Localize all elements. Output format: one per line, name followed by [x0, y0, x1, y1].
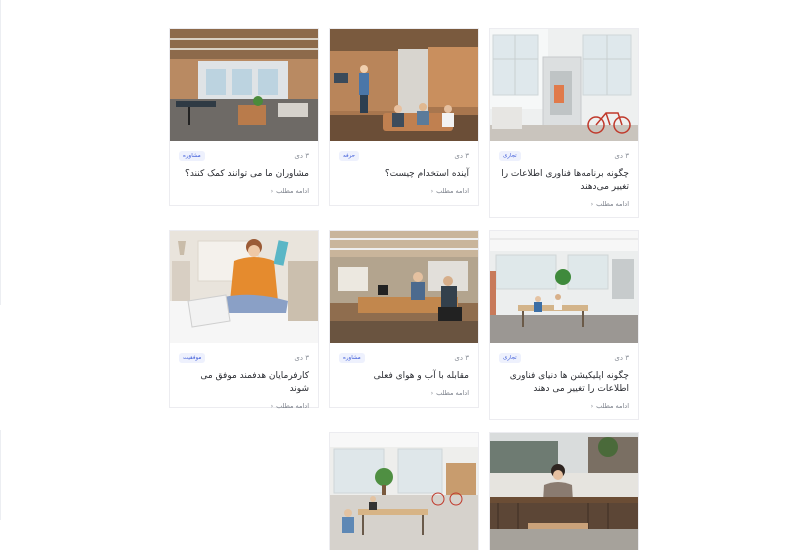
category-badge[interactable]: موفقیت [179, 353, 206, 363]
chevron-left-icon: ‹ [590, 200, 594, 208]
read-more-link[interactable]: ادامه مطلب ‹ [339, 389, 469, 397]
category-badge[interactable]: تجاری [499, 151, 521, 161]
card-image-team-meeting [330, 29, 478, 141]
chevron-left-icon: ‹ [430, 389, 434, 397]
page-edge-line [0, 0, 1, 305]
card-title[interactable]: آینده استخدام چیست؟ [339, 168, 469, 181]
card-date: ۳ دی [614, 354, 629, 362]
blog-card[interactable] [329, 432, 479, 550]
read-more-label: ادامه مطلب [596, 200, 629, 208]
card-title[interactable]: چگونه برنامه‌ها فناوری اطلاعات را تغییر … [499, 168, 629, 194]
card-title[interactable]: چگونه اپلیکیشن ها دنیای فناوری اطلاعات ر… [499, 370, 629, 396]
card-image-woman-laptop-bed [170, 231, 318, 343]
blog-card[interactable]: ۳ دی تجاری چگونه برنامه‌ها فناوری اطلاعا… [489, 28, 639, 218]
chevron-left-icon: ‹ [270, 187, 274, 195]
card-date: ۳ دی [294, 354, 309, 362]
blog-card[interactable]: ۳ دی حرفه آینده استخدام چیست؟ ادامه مطلب… [329, 28, 479, 206]
blog-card[interactable]: ۳ دی تجاری چگونه اپلیکیشن ها دنیای فناور… [489, 230, 639, 420]
category-badge[interactable]: مشاوره [179, 151, 205, 161]
card-image-office-bicycle [490, 29, 638, 141]
blog-card[interactable]: ۳ دی مشاوره مقابله با آب و هوای فعلی ادا… [329, 230, 479, 408]
page-edge-line [0, 430, 1, 520]
chevron-left-icon: ‹ [270, 402, 274, 410]
read-more-label: ادامه مطلب [436, 389, 469, 397]
card-date: ۳ دی [614, 152, 629, 160]
read-more-label: ادامه مطلب [276, 402, 309, 410]
card-image-open-office [170, 29, 318, 141]
read-more-link[interactable]: ادامه مطلب ‹ [179, 402, 309, 410]
read-more-label: ادامه مطلب [596, 402, 629, 410]
read-more-label: ادامه مطلب [276, 187, 309, 195]
card-date: ۳ دی [294, 152, 309, 160]
card-title[interactable]: مقابله با آب و هوای فعلی [339, 370, 469, 383]
card-image-open-workspace [330, 433, 478, 550]
read-more-link[interactable]: ادامه مطلب ‹ [339, 187, 469, 195]
category-badge[interactable]: تجاری [499, 353, 521, 363]
card-date: ۳ دی [454, 152, 469, 160]
category-badge[interactable]: حرفه [339, 151, 360, 161]
blog-card[interactable]: ۳ دی موفقیت کارفرمایان هدفمند موفق می شو… [169, 230, 319, 410]
card-date: ۳ دی [454, 354, 469, 362]
read-more-label: ادامه مطلب [436, 187, 469, 195]
blog-card[interactable] [489, 432, 639, 550]
read-more-link[interactable]: ادامه مطلب ‹ [499, 402, 629, 410]
chevron-left-icon: ‹ [590, 402, 594, 410]
read-more-link[interactable]: ادامه مطلب ‹ [499, 200, 629, 208]
card-image-bright-workspace [490, 231, 638, 343]
card-image-woman-cafe [490, 433, 638, 550]
card-title[interactable]: کارفرمایان هدفمند موفق می شوند [179, 370, 309, 396]
read-more-link[interactable]: ادامه مطلب ‹ [179, 187, 309, 195]
blog-card[interactable]: ۳ دی مشاوره مشاوران ما می توانند کمک کنن… [169, 28, 319, 206]
card-title[interactable]: مشاوران ما می توانند کمک کنند؟ [179, 168, 309, 181]
category-badge[interactable]: مشاوره [339, 353, 365, 363]
chevron-left-icon: ‹ [430, 187, 434, 195]
card-image-coworkers-table [330, 231, 478, 343]
